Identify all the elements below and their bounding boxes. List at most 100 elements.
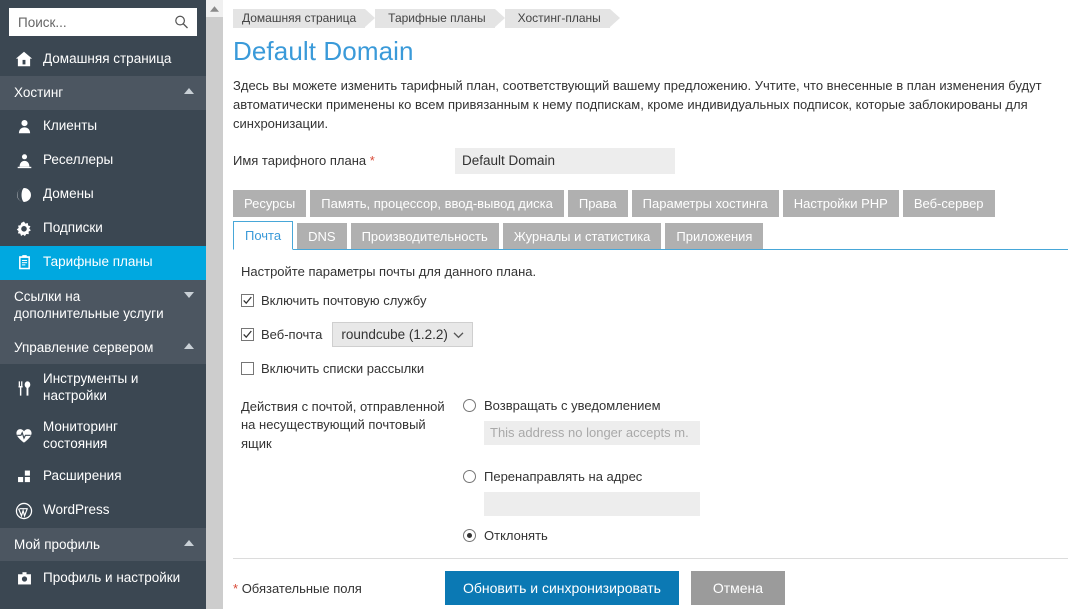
page-description: Здесь вы можете изменить тарифный план, … [233, 78, 1042, 131]
tab-web-server[interactable]: Веб-сервер [902, 189, 995, 217]
webmail-checkbox[interactable] [241, 327, 254, 341]
bounce-action-options: Возвращать с уведомлением Перенаправлять… [463, 398, 1068, 551]
plan-name-label-text: Имя тарифного плана [233, 153, 367, 169]
sidebar-item-profile-settings[interactable]: Профиль и настройки [0, 561, 206, 595]
update-and-sync-button[interactable]: Обновить и синхронизировать [445, 571, 679, 605]
sidebar-scrollbar[interactable] [206, 0, 223, 609]
breadcrumb-item-hosting-plans[interactable]: Хостинг-планы [504, 8, 620, 28]
tab-underline [233, 248, 1068, 250]
sidebar-item-label: Расширения [43, 468, 122, 484]
tab-php-settings[interactable]: Настройки PHP [782, 189, 899, 217]
required-asterisk: * [369, 153, 375, 169]
heartbeat-icon [14, 426, 34, 446]
sidebar-item-label: Клиенты [43, 118, 98, 134]
search-box[interactable] [9, 8, 197, 36]
sidebar-item-label: Домашняя страница [43, 50, 172, 66]
bounce-message-input[interactable] [484, 420, 700, 445]
forward-to-address-radio[interactable] [463, 469, 476, 483]
required-fields-text: Обязательные поля [241, 580, 362, 596]
forward-address-input[interactable] [484, 491, 700, 516]
mail-panel-intro: Настройте параметры почты для данного пл… [241, 263, 537, 279]
sidebar-item-home[interactable]: Домашняя страница [0, 42, 206, 76]
tab-hosting-parameters[interactable]: Параметры хостинга [631, 189, 779, 217]
sidebar-item-label: WordPress [43, 502, 110, 518]
enable-mail-service-row: Включить почтовую службу [241, 293, 1068, 308]
required-fields-note: * Обязательные поля [233, 581, 445, 596]
bounce-option-forward-to-address: Перенаправлять на адрес [463, 469, 1068, 516]
sidebar-item-clients[interactable]: Клиенты [0, 110, 206, 144]
chevron-up-icon [184, 342, 194, 349]
tab-logs-statistics[interactable]: Журналы и статистика [502, 222, 662, 250]
sidebar-item-health-monitoring[interactable]: Мониторинг состояния [0, 412, 206, 460]
webmail-select-value: roundcube (1.2.2) [341, 326, 448, 342]
plesk-admin-page: Домашняя страница Хостинг Клиенты [0, 0, 1068, 609]
user-icon [14, 117, 34, 137]
extensions-icon [14, 467, 34, 487]
webmail-row: Веб-почта roundcube (1.2.2) [241, 321, 1068, 347]
breadcrumb-item-home[interactable]: Домашняя страница [233, 8, 376, 28]
bounce-option-reject: Отклонять [463, 528, 1068, 543]
sidebar-item-label: Мониторинг состояния [43, 418, 118, 451]
sidebar-item-extensions[interactable]: Расширения [0, 460, 206, 494]
tab-performance[interactable]: Производительность [350, 222, 499, 250]
tab-mail[interactable]: Почта [233, 220, 294, 250]
mail-settings-panel: Настройте параметры почты для данного пл… [233, 250, 1068, 551]
sidebar-section-hosting[interactable]: Хостинг [0, 76, 206, 110]
sidebar-section-server-management[interactable]: Управление сервером [0, 330, 206, 365]
reject-label[interactable]: Отклонять [484, 528, 548, 543]
sidebar-item-label: Инструменты и настройки [43, 371, 139, 404]
tab-row-secondary: Почта DNS Производительность Журналы и с… [233, 220, 1068, 250]
sidebar-item-subscriptions[interactable]: Подписки [0, 212, 206, 246]
sidebar-item-label: Подписки [43, 220, 103, 236]
cancel-button[interactable]: Отмена [690, 571, 785, 605]
plan-name-input[interactable] [455, 147, 675, 174]
home-icon [14, 49, 34, 69]
sidebar: Домашняя страница Хостинг Клиенты [0, 0, 206, 609]
reject-radio[interactable] [463, 528, 476, 542]
bounce-option-bounce-with-message: Возвращать с уведомлением [463, 398, 1068, 445]
clipboard-icon [14, 253, 34, 273]
bounce-with-message-label[interactable]: Возвращать с уведомлением [484, 398, 661, 413]
sidebar-section-label: Ссылки на дополнительные услуги [14, 288, 164, 322]
sidebar-section-additional-services[interactable]: Ссылки на дополнительные услуги [0, 279, 206, 331]
scrollbar-up-button[interactable] [206, 0, 223, 17]
mailing-lists-label[interactable]: Включить списки рассылки [261, 361, 424, 376]
main-content: Домашняя страница Тарифные планы Хостинг… [223, 0, 1068, 609]
sidebar-item-label: Профиль и настройки [43, 569, 181, 585]
sidebar-item-label: Тарифные планы [43, 254, 153, 270]
tab-permissions[interactable]: Права [567, 189, 628, 217]
sidebar-section-label: Хостинг [14, 85, 64, 100]
sidebar-item-resellers[interactable]: Реселлеры [0, 144, 206, 178]
sidebar-item-wordpress[interactable]: WordPress [0, 494, 206, 528]
plan-name-field-row: Имя тарифного плана * [233, 147, 1068, 174]
mailing-lists-checkbox[interactable] [241, 361, 254, 375]
plan-name-label: Имя тарифного плана * [233, 153, 455, 168]
sidebar-section-my-profile[interactable]: Мой профиль [0, 527, 206, 562]
tab-applications[interactable]: Приложения [665, 222, 764, 250]
bounce-with-message-radio[interactable] [463, 398, 476, 412]
enable-mail-service-label[interactable]: Включить почтовую службу [261, 293, 426, 308]
enable-mail-service-checkbox[interactable] [241, 293, 254, 307]
sidebar-item-service-plans[interactable]: Тарифные планы [0, 245, 206, 280]
bounce-action-block: Действия с почтой, отправленной на несущ… [241, 398, 1068, 551]
search-input[interactable] [10, 9, 196, 35]
tab-resources[interactable]: Ресурсы [233, 189, 307, 217]
sidebar-search [0, 0, 206, 42]
form-footer: * Обязательные поля Обновить и синхрониз… [233, 558, 1068, 609]
forward-to-address-label[interactable]: Перенаправлять на адрес [484, 469, 642, 484]
sidebar-item-tools-settings[interactable]: Инструменты и настройки [0, 364, 206, 412]
tab-dns[interactable]: DNS [297, 222, 347, 250]
gear-icon [14, 219, 34, 239]
required-asterisk: * [233, 580, 239, 596]
sidebar-section-label: Мой профиль [14, 536, 101, 552]
breadcrumb-item-service-plans[interactable]: Тарифные планы [375, 8, 506, 28]
tab-memory-cpu-diskio[interactable]: Память, процессор, ввод-вывод диска [310, 189, 564, 217]
breadcrumb: Домашняя страница Тарифные планы Хостинг… [233, 8, 1068, 28]
sidebar-item-domains[interactable]: Домены [0, 178, 206, 212]
chevron-up-icon [184, 88, 194, 94]
sidebar-item-label: Реселлеры [43, 152, 114, 168]
webmail-select[interactable]: roundcube (1.2.2) [332, 321, 473, 347]
webmail-label[interactable]: Веб-почта [261, 327, 322, 342]
